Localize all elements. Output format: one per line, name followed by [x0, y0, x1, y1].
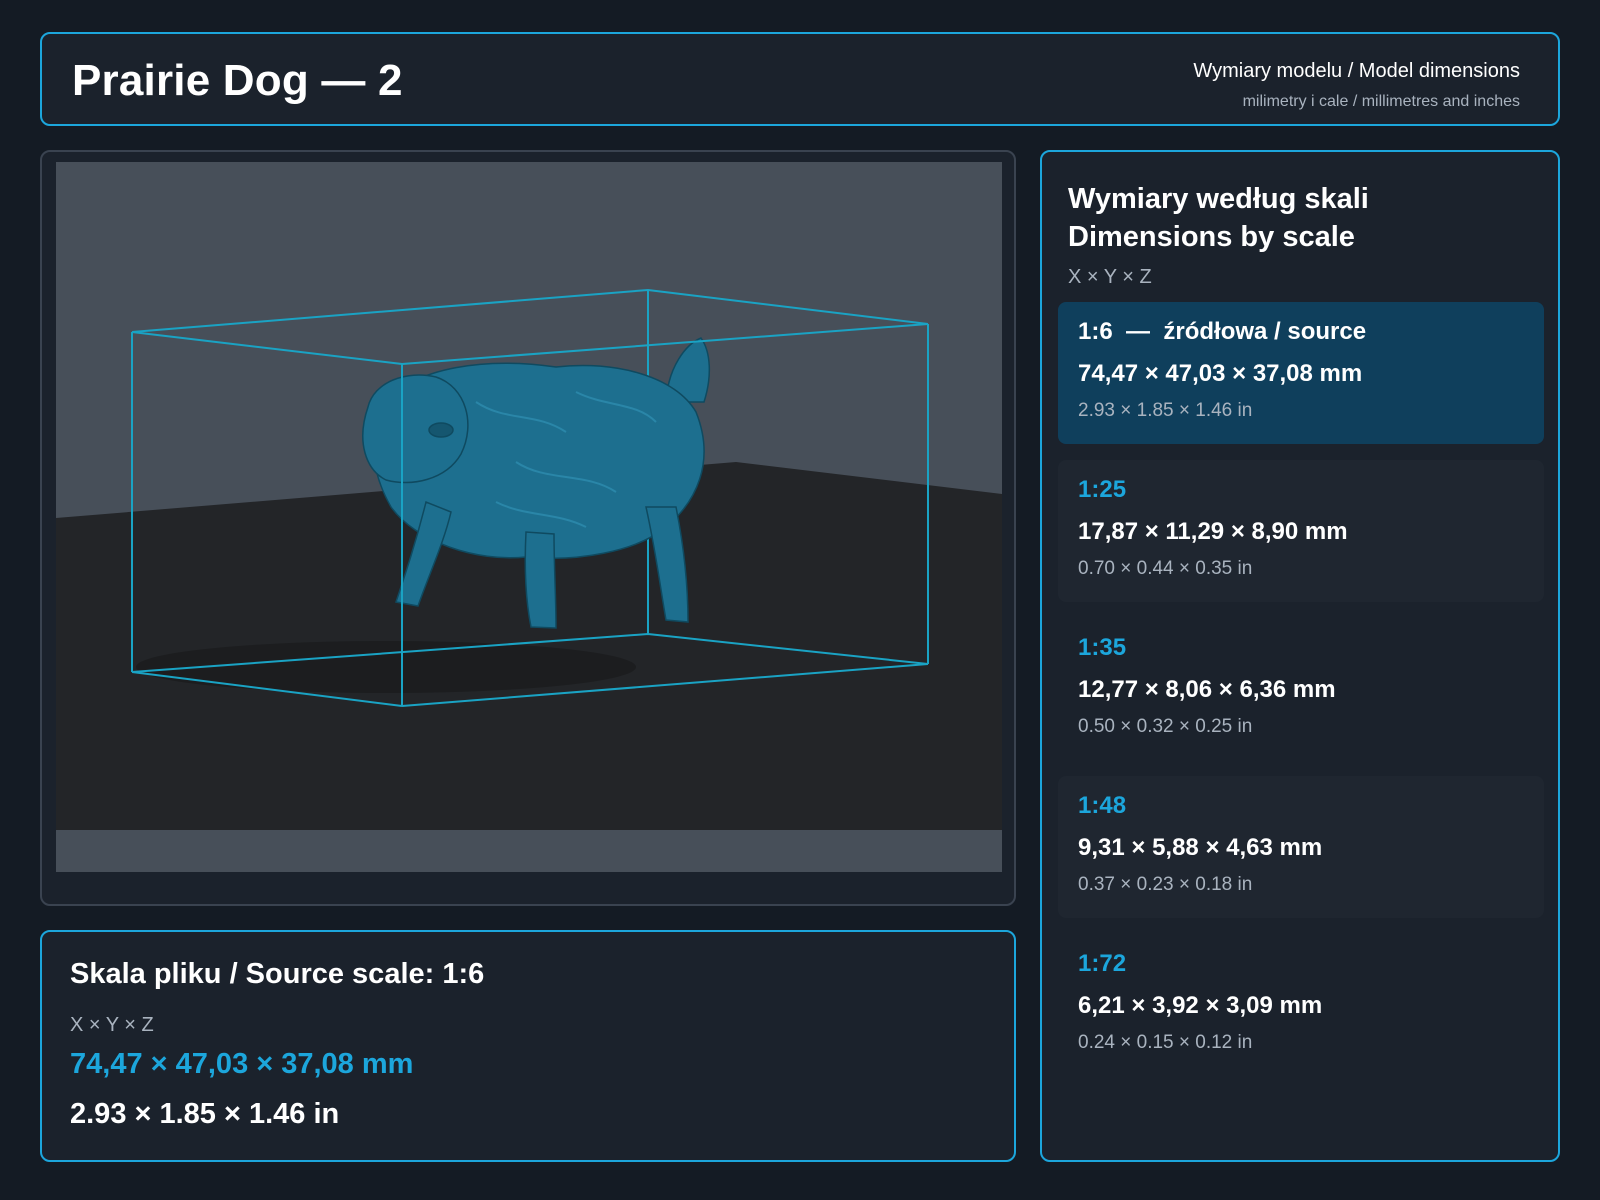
scales-heading-line2: Dimensions by scale [1068, 221, 1355, 253]
scale-label: 1:6 — źródłowa / source [1078, 318, 1367, 345]
scales-heading: Wymiary według skali Dimensions by scale [1068, 180, 1369, 256]
scale-mm: 17,87 × 11,29 × 8,90 mm [1078, 518, 1348, 545]
scale-inches: 0.50 × 0.32 × 0.25 in [1078, 716, 1253, 737]
scale-card-1-72[interactable]: 1:72 6,21 × 3,92 × 3,09 mm 0.24 × 0.15 ×… [1058, 934, 1544, 1076]
header-units-note: milimetry i cale / millimetres and inche… [1242, 93, 1520, 110]
source-scale-panel: Skala pliku / Source scale: 1:6 X × Y × … [40, 930, 1016, 1162]
scale-inches: 0.37 × 0.23 × 0.18 in [1078, 874, 1253, 895]
scale-card-1-6[interactable]: 1:6 — źródłowa / source 74,47 × 47,03 × … [1058, 302, 1544, 444]
page-title: Prairie Dog — 2 [72, 56, 403, 105]
viewport-bottom-strip [56, 830, 1002, 872]
scale-inches: 2.93 × 1.85 × 1.46 in [1078, 400, 1253, 421]
source-inch-value: 2.93 × 1.85 × 1.46 in [70, 1098, 340, 1130]
scale-card-1-25[interactable]: 1:25 17,87 × 11,29 × 8,90 mm 0.70 × 0.44… [1058, 460, 1544, 602]
source-axes-label: X × Y × Z [70, 1014, 154, 1036]
scale-label: 1:35 [1078, 634, 1127, 661]
scale-card-1-35[interactable]: 1:35 12,77 × 8,06 × 6,36 mm 0.50 × 0.32 … [1058, 618, 1544, 760]
source-mm-value: 74,47 × 47,03 × 37,08 mm [70, 1048, 414, 1080]
scale-label: 1:25 [1078, 476, 1127, 503]
header-subtitle: Wymiary modelu / Model dimensions [1193, 60, 1520, 82]
header-panel: Prairie Dog — 2 Wymiary modelu / Model d… [40, 32, 1560, 126]
scale-mm: 6,21 × 3,92 × 3,09 mm [1078, 992, 1323, 1019]
scales-heading-line1: Wymiary według skali [1068, 183, 1369, 215]
scale-inches: 0.24 × 0.15 × 0.12 in [1078, 1032, 1253, 1053]
scale-mm: 12,77 × 8,06 × 6,36 mm [1078, 676, 1336, 703]
scales-panel: Wymiary według skali Dimensions by scale… [1040, 150, 1560, 1162]
scale-mm: 9,31 × 5,88 × 4,63 mm [1078, 834, 1323, 861]
source-scale-title: Skala pliku / Source scale: 1:6 [70, 958, 485, 990]
scale-inches: 0.70 × 0.44 × 0.35 in [1078, 558, 1253, 579]
scale-mm: 74,47 × 47,03 × 37,08 mm [1078, 360, 1363, 387]
scale-label: 1:48 [1078, 792, 1127, 819]
scale-card-1-48[interactable]: 1:48 9,31 × 5,88 × 4,63 mm 0.37 × 0.23 ×… [1058, 776, 1544, 918]
viewport-render[interactable] [56, 162, 1002, 872]
scales-axes-label: X × Y × Z [1068, 266, 1152, 288]
model-viewport[interactable] [40, 150, 1016, 906]
scale-label: 1:72 [1078, 950, 1127, 977]
